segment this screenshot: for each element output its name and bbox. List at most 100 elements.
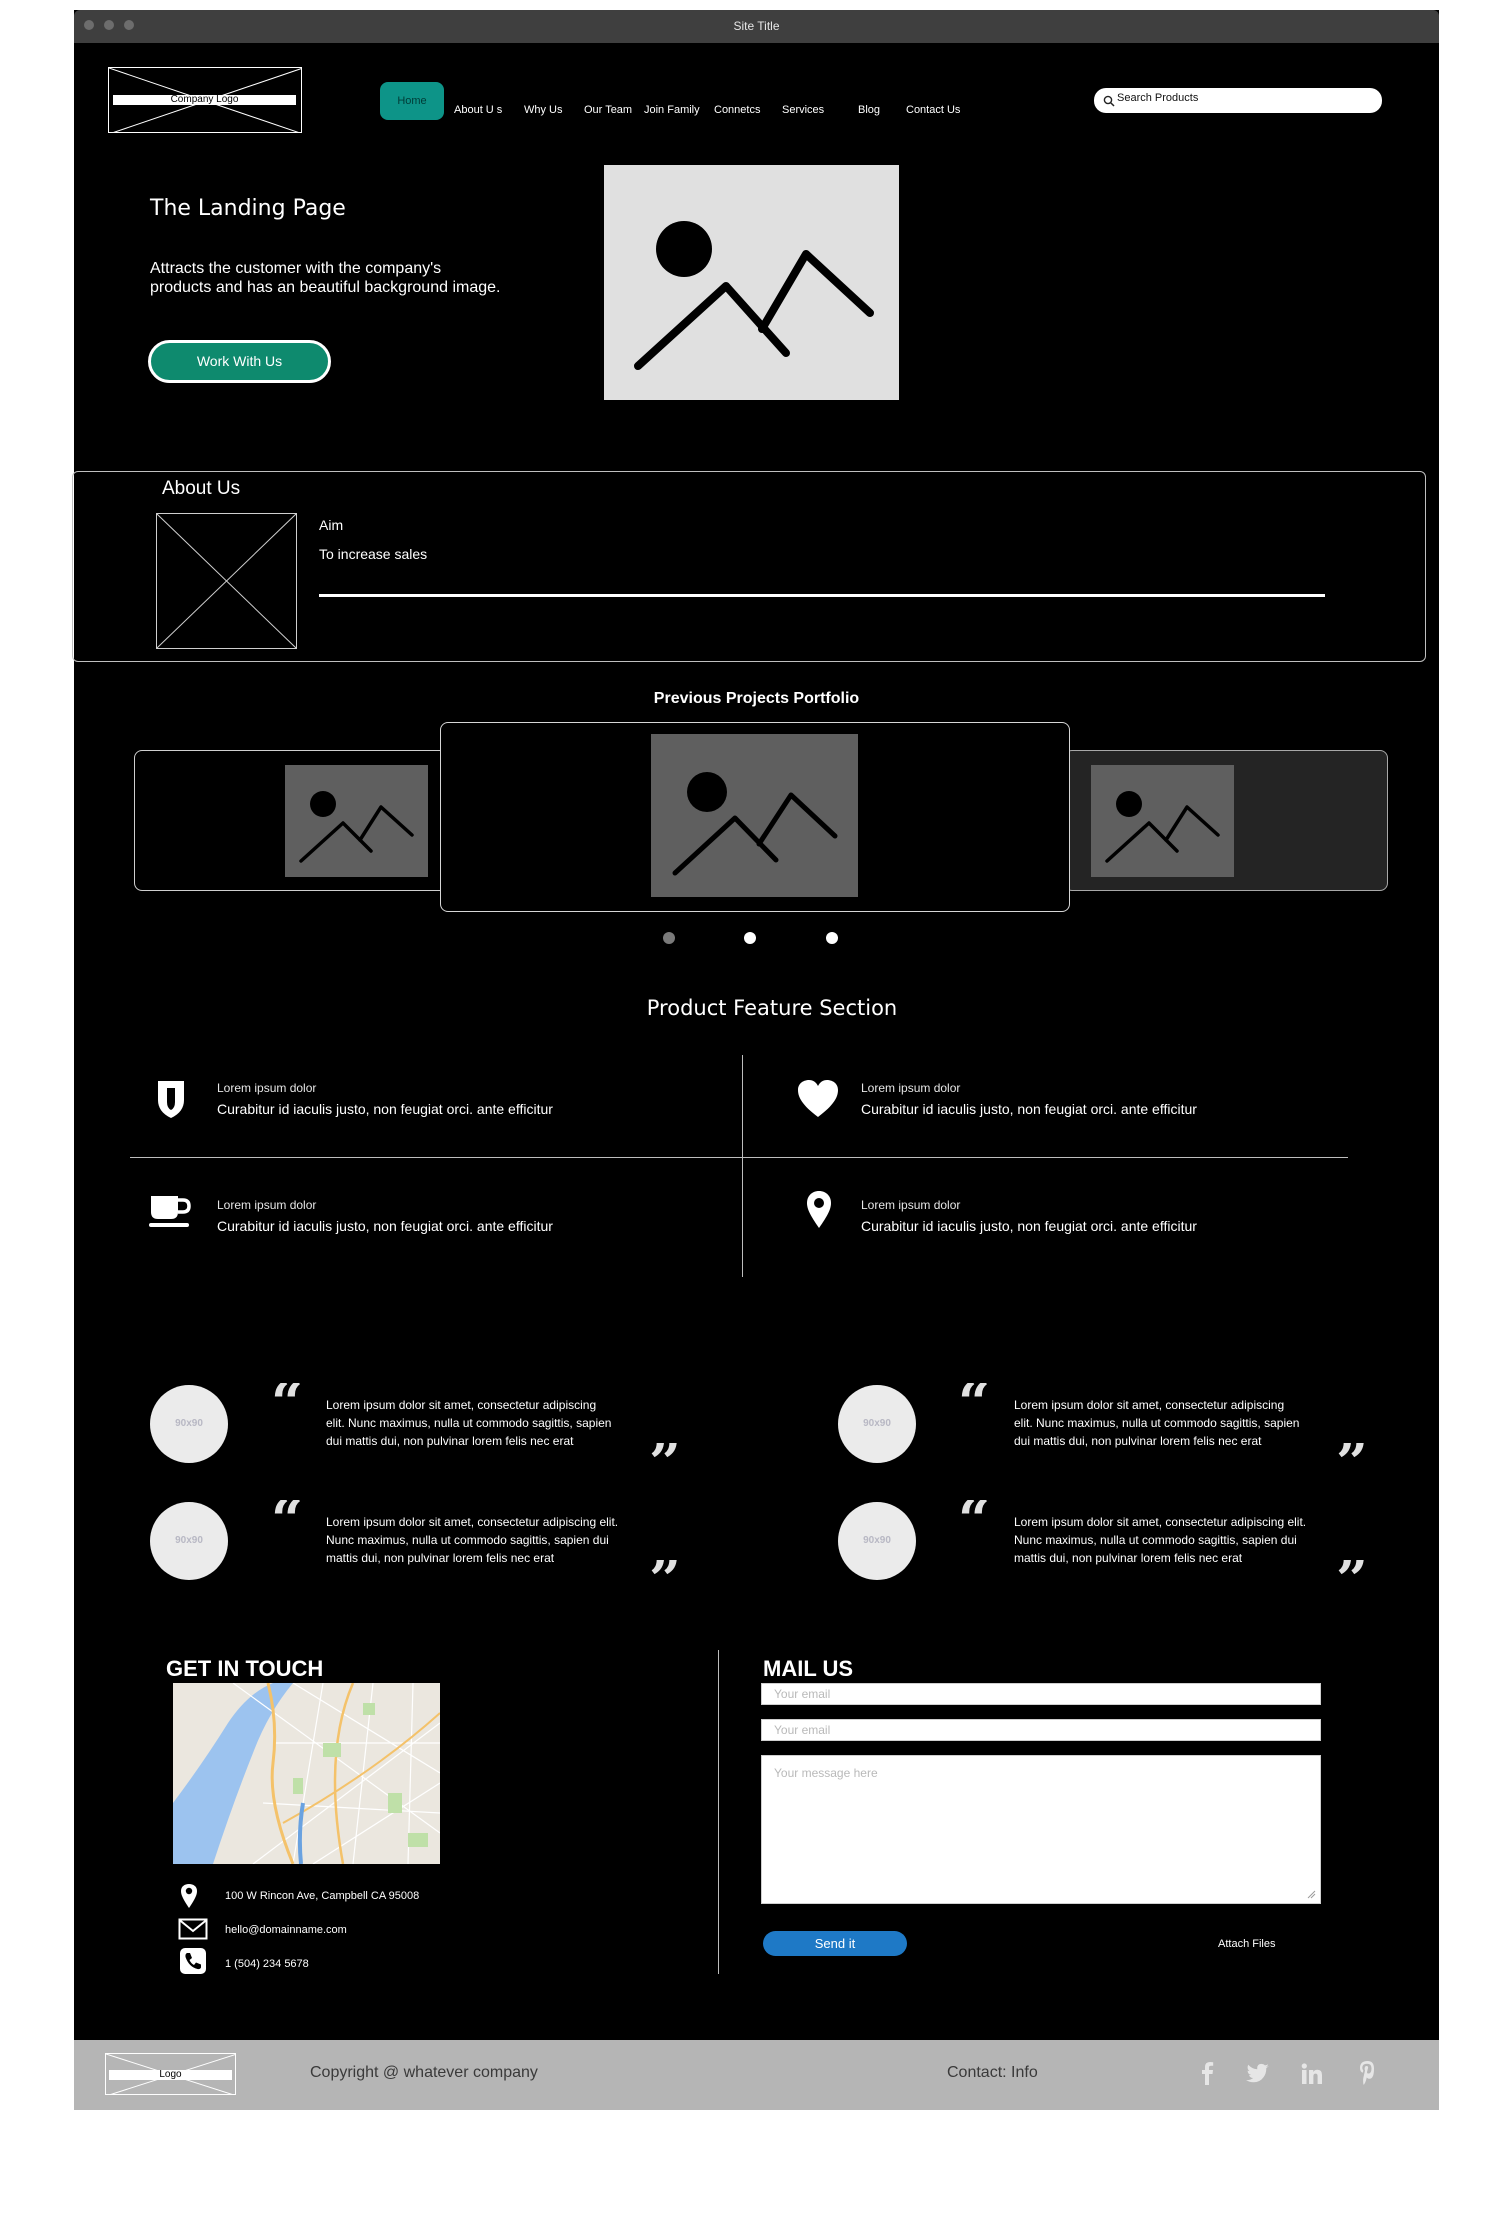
about-title: About Us [162,478,241,499]
image-placeholder-cross [156,513,297,649]
nav-contact-us[interactable]: Contact Us [906,100,960,120]
map-graphic [173,1683,440,1864]
quote-close-icon: ” [1336,1560,1368,1590]
resize-handle-icon[interactable] [1306,1889,1316,1899]
portfolio-image-left [285,765,428,877]
title-bar: Site Title [74,10,1439,43]
avatar: 90x90 [838,1385,916,1463]
nav-home[interactable]: Home [380,82,444,120]
quote-open-icon: “ [271,1500,303,1530]
carousel-dot[interactable] [826,932,838,944]
hero-description-line: Attracts the customer with the company's [150,260,442,277]
window-title: Site Title [733,19,780,33]
pinterest-icon[interactable] [1358,2060,1376,2086]
footer-logo-label: Logo [109,2070,232,2080]
carousel-dot-active[interactable] [744,932,756,944]
features-vertical-divider [742,1055,743,1277]
nav-join-family[interactable]: Join Family [644,100,700,120]
quote-close-icon: ” [649,1560,681,1590]
send-button[interactable]: Send it [763,1931,907,1956]
nav-services[interactable]: Services [782,100,824,120]
twitter-icon[interactable] [1246,2062,1270,2084]
testimonial-line: dui mattis dui, non pulvinar lorem felis… [326,1434,574,1448]
phone-icon [180,1948,206,1974]
avatar: 90x90 [838,1502,916,1580]
testimonial-line: mattis dui, non pulvinar lorem felis nec… [326,1551,555,1565]
message-placeholder: Your message here [774,1766,878,1780]
nav-connects[interactable]: Connetcs [714,100,760,120]
nav-blog[interactable]: Blog [858,100,880,120]
browser-window: Site Title Company Logo Home About U s W… [72,10,1439,2110]
hero-description-line: products and has an beautiful background… [150,279,501,296]
hero-title: The Landing Page [150,196,346,221]
hero-image-placeholder [604,165,899,400]
testimonial-line: Lorem ipsum dolor sit amet, consectetur … [1014,1515,1307,1529]
portfolio-card-right[interactable] [1064,750,1388,891]
image-icon [634,221,874,370]
testimonial-line: Nunc maximus, nulla ut commodo sagittis,… [1014,1533,1297,1547]
image-icon [1105,791,1220,863]
portfolio-card-active[interactable] [440,722,1070,912]
testimonial-text: Lorem ipsum dolor sit amet, consectetur … [1014,1396,1324,1450]
envelope-icon [178,1918,208,1940]
quote-close-icon: ” [649,1443,681,1473]
testimonial-line: Lorem ipsum dolor sit amet, consectetur … [326,1398,597,1412]
linkedin-icon[interactable] [1301,2063,1323,2085]
company-logo[interactable]: Company Logo [108,67,302,133]
testimonial-line: dui mattis dui, non pulvinar lorem felis… [1014,1434,1262,1448]
features-horizontal-divider [130,1157,1348,1158]
carousel-dot[interactable] [663,932,675,944]
attach-files-link[interactable]: Attach Files [1218,1938,1275,1950]
nav-why-us[interactable]: Why Us [524,100,563,120]
message-textarea[interactable]: Your message here [761,1755,1321,1904]
quote-open-icon: “ [958,1383,990,1413]
feature-text: Curabitur id iaculis justo, non feugiat … [217,1218,553,1234]
quote-open-icon: “ [958,1500,990,1530]
about-aim-label: Aim [319,517,344,533]
portfolio-title: Previous Projects Portfolio [653,690,860,707]
avatar: 90x90 [150,1502,228,1580]
work-with-us-button[interactable]: Work With Us [148,340,331,383]
footer-logo[interactable]: Logo [105,2053,236,2095]
search-input-value: Search Products [1117,92,1199,104]
map-pin-icon [180,1883,198,1909]
testimonial-line: Lorem ipsum dolor sit amet, consectetur … [326,1515,619,1529]
map-image[interactable] [173,1683,440,1864]
nav-about[interactable]: About U s [454,100,502,120]
testimonial-text: Lorem ipsum dolor sit amet, consectetur … [326,1396,636,1450]
feature-label: Lorem ipsum dolor [861,1198,961,1212]
image-icon [299,791,414,863]
about-divider [319,594,1325,597]
map-pin-icon [805,1190,833,1230]
contact-address: 100 W Rincon Ave, Campbell CA 95008 [225,1890,420,1902]
features-title: Product Feature Section [646,996,898,1020]
image-icon [672,772,838,876]
feature-label: Lorem ipsum dolor [217,1081,317,1095]
email-field[interactable]: Your email [761,1683,1321,1705]
about-aim-text: To increase sales [319,546,428,562]
testimonial-line: Nunc maximus, nulla ut commodo sagittis,… [326,1533,609,1547]
about-image-placeholder [156,513,297,649]
hero-description: Attracts the customer with the company's… [150,259,550,297]
email-field[interactable]: Your email [761,1719,1321,1741]
testimonial-line: elit. Nunc maximus, nulla ut commodo sag… [1014,1416,1300,1430]
feature-label: Lorem ipsum dolor [861,1081,961,1095]
portfolio-card-left[interactable] [134,750,464,891]
contact-phone[interactable]: 1 (504) 234 5678 [225,1958,309,1970]
testimonial-text: Lorem ipsum dolor sit amet, consectetur … [1014,1513,1334,1567]
feature-text: Curabitur id iaculis justo, non feugiat … [861,1218,1197,1234]
quote-open-icon: “ [271,1383,303,1413]
contact-divider [718,1650,719,1974]
footer: Logo Copyright @ whatever company Contac… [74,2040,1439,2110]
search-input[interactable]: Search Products [1094,88,1382,113]
shield-icon [154,1078,188,1120]
testimonial-line: Lorem ipsum dolor sit amet, consectetur … [1014,1398,1285,1412]
testimonial-text: Lorem ipsum dolor sit amet, consectetur … [326,1513,646,1567]
nav-our-team[interactable]: Our Team [584,100,632,120]
footer-contact[interactable]: Contact: Info [947,2064,1038,2082]
feature-text: Curabitur id iaculis justo, non feugiat … [217,1101,553,1117]
contact-email[interactable]: hello@domainname.com [225,1924,347,1936]
facebook-icon[interactable] [1200,2060,1214,2086]
quote-close-icon: ” [1336,1443,1368,1473]
feature-label: Lorem ipsum dolor [217,1198,317,1212]
